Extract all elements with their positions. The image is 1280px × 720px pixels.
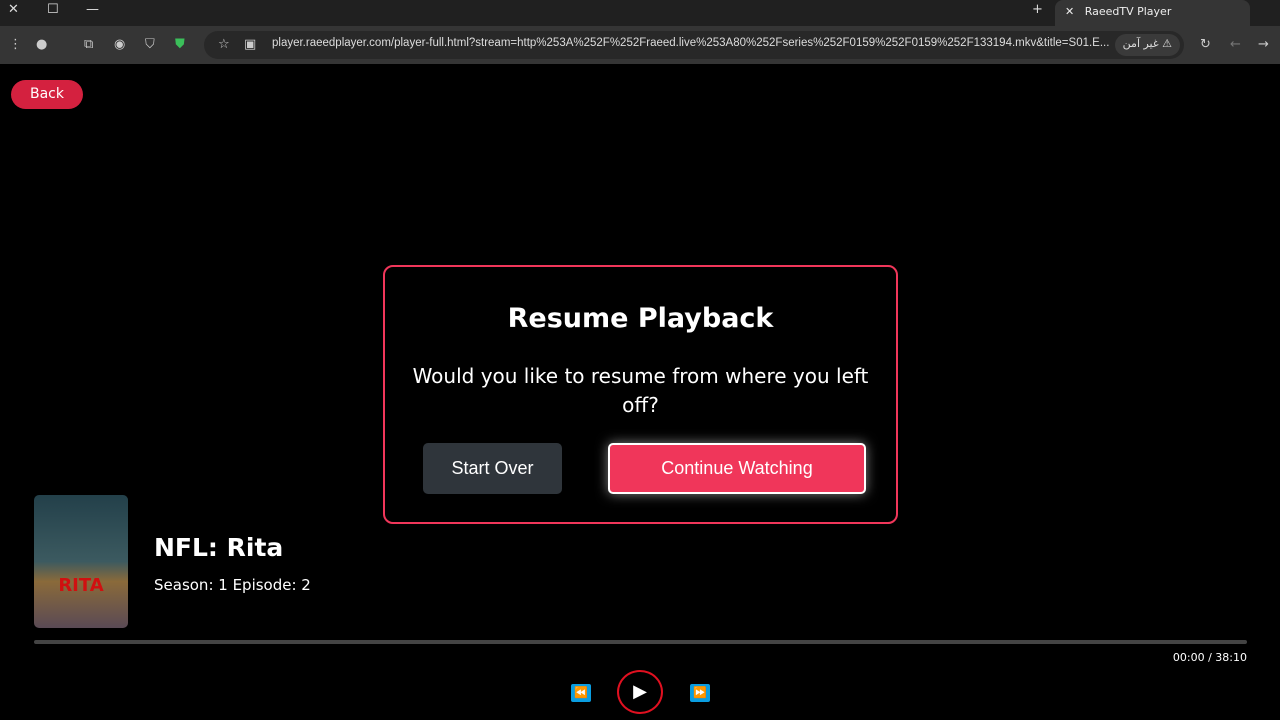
browser-titlebar: ✕ ☐ — + ✕ RaeedTV Player: [0, 0, 1280, 26]
show-title: NFL: Rita: [154, 533, 284, 562]
resume-dialog: Resume Playback Would you like to resume…: [383, 265, 898, 524]
address-bar[interactable]: ☆ ▣ player.raeedplayer.com/player-full.h…: [204, 31, 1184, 59]
back-button[interactable]: Back: [11, 80, 83, 109]
security-badge[interactable]: غير آمن ⚠: [1114, 34, 1180, 56]
bookmark-star-icon[interactable]: ☆: [218, 37, 230, 52]
cast-icon[interactable]: ▣: [244, 37, 256, 52]
play-button[interactable]: ▶: [617, 670, 663, 714]
close-window-icon[interactable]: ✕: [8, 2, 19, 17]
poster-image: RITA: [34, 495, 128, 628]
play-icon: ▶: [633, 681, 647, 702]
fast-forward-icon[interactable]: ⏩: [690, 684, 710, 702]
continue-watching-button[interactable]: Continue Watching: [608, 443, 866, 494]
vpn-shield-icon[interactable]: ⛊: [175, 37, 185, 52]
shield-icon[interactable]: ⛉: [145, 37, 155, 52]
close-tab-icon[interactable]: ✕: [1065, 5, 1074, 18]
back-nav-icon[interactable]: ←: [1230, 37, 1241, 52]
extensions-icon[interactable]: ⧉: [84, 37, 93, 52]
security-label: غير آمن: [1122, 37, 1159, 50]
poster-text: RITA: [58, 575, 104, 596]
forward-nav-icon[interactable]: →: [1258, 37, 1269, 52]
browser-tab[interactable]: ✕ RaeedTV Player: [1055, 0, 1250, 26]
reload-icon[interactable]: ↻: [1200, 37, 1211, 52]
time-display: 00:00 / 38:10: [1172, 651, 1247, 664]
extension-icon[interactable]: ◉: [114, 37, 125, 52]
menu-icon[interactable]: ⋮: [9, 37, 22, 52]
rewind-icon[interactable]: ⏪: [571, 684, 591, 702]
maximize-icon[interactable]: ☐: [47, 2, 59, 17]
progress-bar[interactable]: [34, 640, 1247, 644]
url-text[interactable]: player.raeedplayer.com/player-full.html?…: [272, 37, 1109, 49]
tab-title: RaeedTV Player: [1084, 5, 1172, 18]
profile-icon[interactable]: ●: [36, 37, 47, 52]
episode-info: Season: 1 Episode: 2: [154, 576, 311, 594]
start-over-button[interactable]: Start Over: [423, 443, 562, 494]
dialog-message: Would you like to resume from where you …: [412, 364, 869, 417]
minimize-icon[interactable]: —: [86, 2, 99, 17]
dialog-title: Resume Playback: [507, 303, 774, 334]
new-tab-icon[interactable]: +: [1032, 2, 1043, 17]
browser-toolbar: ⋮ ● ⧉ ◉ ⛉ ⛊ ☆ ▣ player.raeedplayer.com/p…: [0, 26, 1280, 64]
